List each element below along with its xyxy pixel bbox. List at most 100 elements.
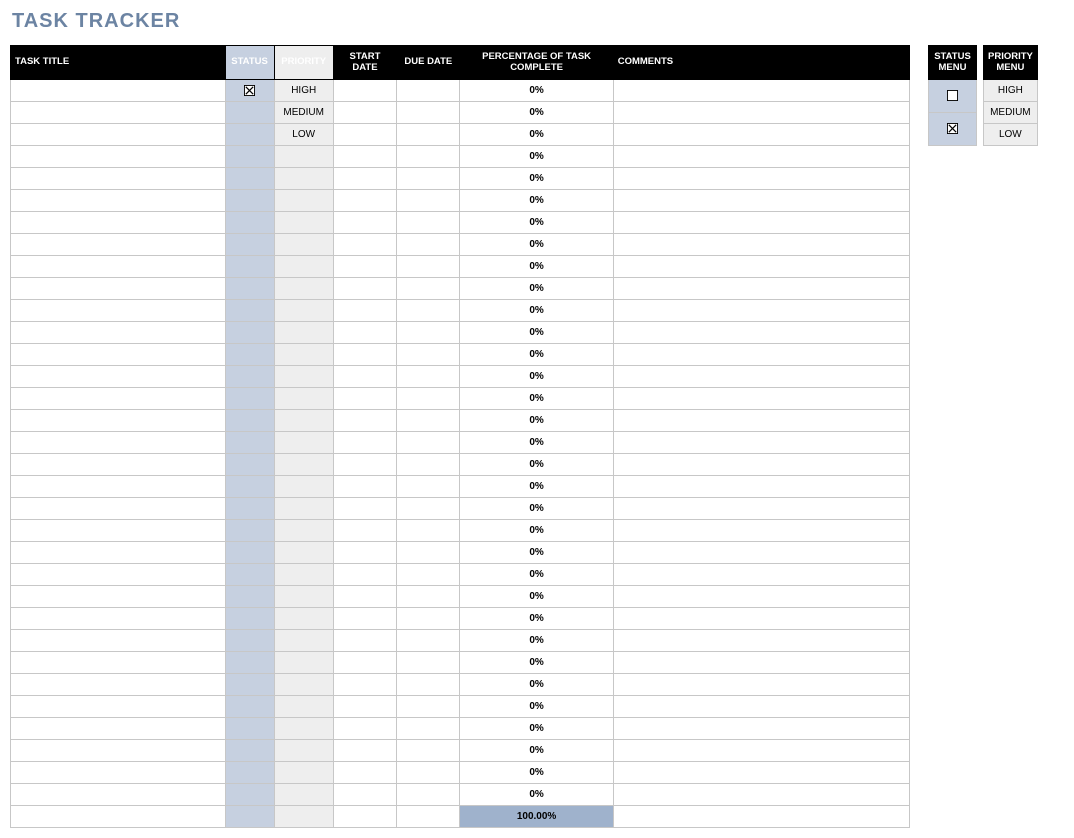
cell-comments[interactable] (613, 476, 909, 498)
cell-status[interactable] (225, 344, 274, 366)
cell-status[interactable] (225, 520, 274, 542)
cell-comments[interactable] (613, 608, 909, 630)
cell-comments[interactable] (613, 784, 909, 806)
cell-due-date[interactable] (397, 432, 460, 454)
cell-due-date[interactable] (397, 564, 460, 586)
cell-start-date[interactable] (333, 410, 396, 432)
cell-start-date[interactable] (333, 740, 396, 762)
cell-due-date[interactable] (397, 542, 460, 564)
cell-status[interactable] (225, 322, 274, 344)
cell-priority[interactable]: LOW (274, 124, 333, 146)
cell-priority[interactable] (274, 498, 333, 520)
cell-status[interactable] (225, 190, 274, 212)
cell-due-date[interactable] (397, 146, 460, 168)
cell-start-date[interactable] (333, 476, 396, 498)
cell-start-date[interactable] (333, 454, 396, 476)
cell-priority[interactable] (274, 564, 333, 586)
cell-task-title[interactable] (11, 542, 226, 564)
cell-task-title[interactable] (11, 498, 226, 520)
cell-task-title[interactable] (11, 696, 226, 718)
cell-start-date[interactable] (333, 718, 396, 740)
cell-task-title[interactable] (11, 762, 226, 784)
cell-task-title[interactable] (11, 212, 226, 234)
cell-status[interactable] (225, 586, 274, 608)
priority-menu-item[interactable]: LOW (984, 124, 1038, 146)
cell-priority[interactable] (274, 630, 333, 652)
cell-priority[interactable] (274, 410, 333, 432)
cell-comments[interactable] (613, 80, 909, 102)
cell-comments[interactable] (613, 564, 909, 586)
cell-status[interactable] (225, 608, 274, 630)
cell-start-date[interactable] (333, 322, 396, 344)
cell-priority[interactable] (274, 256, 333, 278)
cell-due-date[interactable] (397, 344, 460, 366)
cell-comments[interactable] (613, 300, 909, 322)
cell-priority[interactable] (274, 740, 333, 762)
cell-due-date[interactable] (397, 586, 460, 608)
cell-comments[interactable] (613, 520, 909, 542)
cell-status[interactable] (225, 234, 274, 256)
cell-priority[interactable] (274, 168, 333, 190)
cell-start-date[interactable] (333, 674, 396, 696)
cell-task-title[interactable] (11, 454, 226, 476)
cell-comments[interactable] (613, 630, 909, 652)
cell-priority[interactable] (274, 146, 333, 168)
cell-status[interactable] (225, 366, 274, 388)
cell-start-date[interactable] (333, 542, 396, 564)
cell-priority[interactable] (274, 234, 333, 256)
cell-due-date[interactable] (397, 762, 460, 784)
cell-task-title[interactable] (11, 146, 226, 168)
cell-start-date[interactable] (333, 432, 396, 454)
cell-priority[interactable]: MEDIUM (274, 102, 333, 124)
cell-comments[interactable] (613, 168, 909, 190)
cell-comments[interactable] (613, 212, 909, 234)
cell-due-date[interactable] (397, 278, 460, 300)
cell-status[interactable] (225, 784, 274, 806)
cell-start-date[interactable] (333, 520, 396, 542)
cell-due-date[interactable] (397, 498, 460, 520)
status-menu-item[interactable] (929, 80, 977, 113)
cell-task-title[interactable] (11, 80, 226, 102)
cell-status[interactable] (225, 278, 274, 300)
cell-due-date[interactable] (397, 696, 460, 718)
cell-comments[interactable] (613, 586, 909, 608)
cell-status[interactable] (225, 652, 274, 674)
cell-due-date[interactable] (397, 212, 460, 234)
cell-start-date[interactable] (333, 190, 396, 212)
cell-task-title[interactable] (11, 366, 226, 388)
cell-start-date[interactable] (333, 388, 396, 410)
cell-priority[interactable] (274, 696, 333, 718)
cell-due-date[interactable] (397, 608, 460, 630)
cell-status[interactable] (225, 718, 274, 740)
cell-start-date[interactable] (333, 586, 396, 608)
cell-priority[interactable] (274, 520, 333, 542)
cell-status[interactable] (225, 476, 274, 498)
cell-task-title[interactable] (11, 564, 226, 586)
cell-due-date[interactable] (397, 102, 460, 124)
cell-task-title[interactable] (11, 168, 226, 190)
cell-comments[interactable] (613, 146, 909, 168)
cell-start-date[interactable] (333, 652, 396, 674)
cell-due-date[interactable] (397, 454, 460, 476)
status-menu-item[interactable] (929, 113, 977, 146)
cell-priority[interactable] (274, 454, 333, 476)
cell-due-date[interactable] (397, 520, 460, 542)
cell-priority[interactable] (274, 784, 333, 806)
cell-priority[interactable] (274, 476, 333, 498)
priority-menu-item[interactable]: HIGH (984, 80, 1038, 102)
cell-comments[interactable] (613, 256, 909, 278)
cell-status[interactable] (225, 740, 274, 762)
cell-due-date[interactable] (397, 256, 460, 278)
cell-priority[interactable] (274, 432, 333, 454)
cell-due-date[interactable] (397, 322, 460, 344)
cell-comments[interactable] (613, 762, 909, 784)
cell-comments[interactable] (613, 344, 909, 366)
cell-task-title[interactable] (11, 344, 226, 366)
cell-due-date[interactable] (397, 652, 460, 674)
cell-status[interactable] (225, 542, 274, 564)
cell-due-date[interactable] (397, 784, 460, 806)
cell-comments[interactable] (613, 388, 909, 410)
cell-start-date[interactable] (333, 278, 396, 300)
cell-start-date[interactable] (333, 366, 396, 388)
cell-priority[interactable] (274, 586, 333, 608)
